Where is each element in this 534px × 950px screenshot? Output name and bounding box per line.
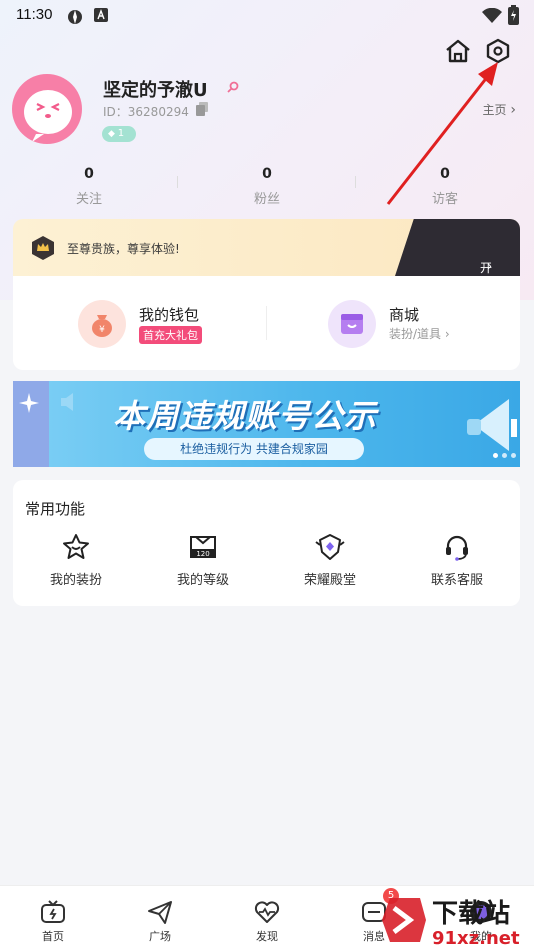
status-time: 11:30 [16,6,53,23]
store-title: 商城 [389,306,420,324]
section-title: 常用功能 [25,500,86,518]
gender-icon [227,81,239,93]
wifi-icon [482,8,502,23]
watermark-title: 下载站 [432,899,510,929]
headset-icon [446,535,468,561]
vip-text: 至尊贵族，尊享体验! [67,242,180,256]
function-level[interactable]: 120 我的等级 [153,532,253,588]
glory-icon [315,534,345,560]
wallet-icon[interactable]: ¥ [78,300,126,348]
username: 坚定的予澈U [103,80,208,101]
tab-home[interactable]: 首页 [23,898,83,944]
status-bar: 11:30 [0,0,534,30]
chevron-right-icon: › [487,259,492,273]
function-support[interactable]: 联系客服 [407,532,507,588]
stat-label: 关注 [75,192,102,207]
store-sub[interactable]: 装扮/道具 › [389,325,450,342]
stats-row: 0 关注 0 粉丝 0 访客 [0,166,534,210]
tab-discover[interactable]: 发现 [237,898,297,944]
sparkle-icon [19,393,39,413]
stat-label: 粉丝 [253,192,280,207]
common-functions-card: 常用功能 我的装扮 120 我的等级 荣耀殿堂 联系客服 [13,480,520,606]
wallet-tag: 首充大礼包 [139,326,202,344]
speaker-icon [61,393,73,411]
stat-value: 0 [84,166,94,182]
chevron-right-icon: › [444,327,450,341]
user-id: ID：36280294 [103,105,189,119]
function-glory[interactable]: 荣耀殿堂 [280,532,380,588]
tv-icon [41,900,65,923]
level-icon-text: 120 [196,550,209,558]
shop-icon [341,314,363,334]
function-label: 我的装扮 [49,573,102,588]
avatar-face-icon [24,90,72,142]
a-notification-icon [94,8,108,22]
watermark-logo: 下载站 91xz.net [382,898,520,949]
diamond-icon: ◆ [108,129,118,139]
avatar[interactable] [12,74,82,144]
announcement-banner[interactable]: 本周违规账号公示 杜绝违规行为 共建合规家园 [13,381,520,467]
function-dress[interactable]: 我的装扮 [26,532,126,588]
level-icon: 120 [190,536,216,558]
dress-icon [63,534,89,559]
copy-icon[interactable] [196,102,208,116]
tab-label: 广场 [149,930,171,943]
function-label: 荣耀殿堂 [303,573,356,588]
banner-subline: 杜绝违规行为 共建合规家园 [144,438,364,460]
megaphone-icon [467,399,517,451]
wallet-title: 我的钱包 [139,306,200,324]
wallet-store-card: ¥ 我的钱包 首充大礼包 商城 装扮/道具 › [13,276,520,370]
chevron-right-icon: › [510,102,516,118]
level-value: 1 [117,128,125,139]
app-notification-icon [68,10,82,24]
crown-icon [32,236,54,260]
homepage-link-label: 主页 [482,103,507,117]
divider [177,176,178,188]
send-icon [148,901,172,924]
stat-value: 0 [440,166,450,182]
stat-following[interactable]: 0 关注 [29,166,149,207]
store-sub-label: 装扮/道具 [389,327,442,341]
tab-square[interactable]: 广场 [130,898,190,944]
money-bag-icon: ¥ [92,315,112,337]
svg-text:¥: ¥ [99,325,105,335]
vip-open-button[interactable]: 开通贵族 › [395,219,520,276]
vip-banner[interactable]: 至尊贵族，尊享体验! 开通贵族 › [13,219,520,276]
heart-pulse-icon [254,901,280,923]
divider [266,306,267,340]
divider [355,176,356,188]
store-icon[interactable] [328,300,376,348]
stat-fans[interactable]: 0 粉丝 [207,166,327,207]
stat-value: 0 [262,166,272,182]
stat-label: 访客 [431,192,458,207]
watermark-url: 91xz.net [432,928,520,949]
function-label: 联系客服 [430,573,483,588]
carousel-dots [493,453,516,458]
banner-headline: 本周违规账号公示 [113,397,378,435]
tab-label: 发现 [256,930,278,943]
function-label: 我的等级 [176,573,229,588]
stat-visitors[interactable]: 0 访客 [385,166,505,207]
tab-label: 首页 [42,930,64,943]
homepage-link[interactable]: 主页 › [483,101,516,118]
battery-icon [508,5,519,25]
level-badge: ◆ 1 [102,126,136,142]
